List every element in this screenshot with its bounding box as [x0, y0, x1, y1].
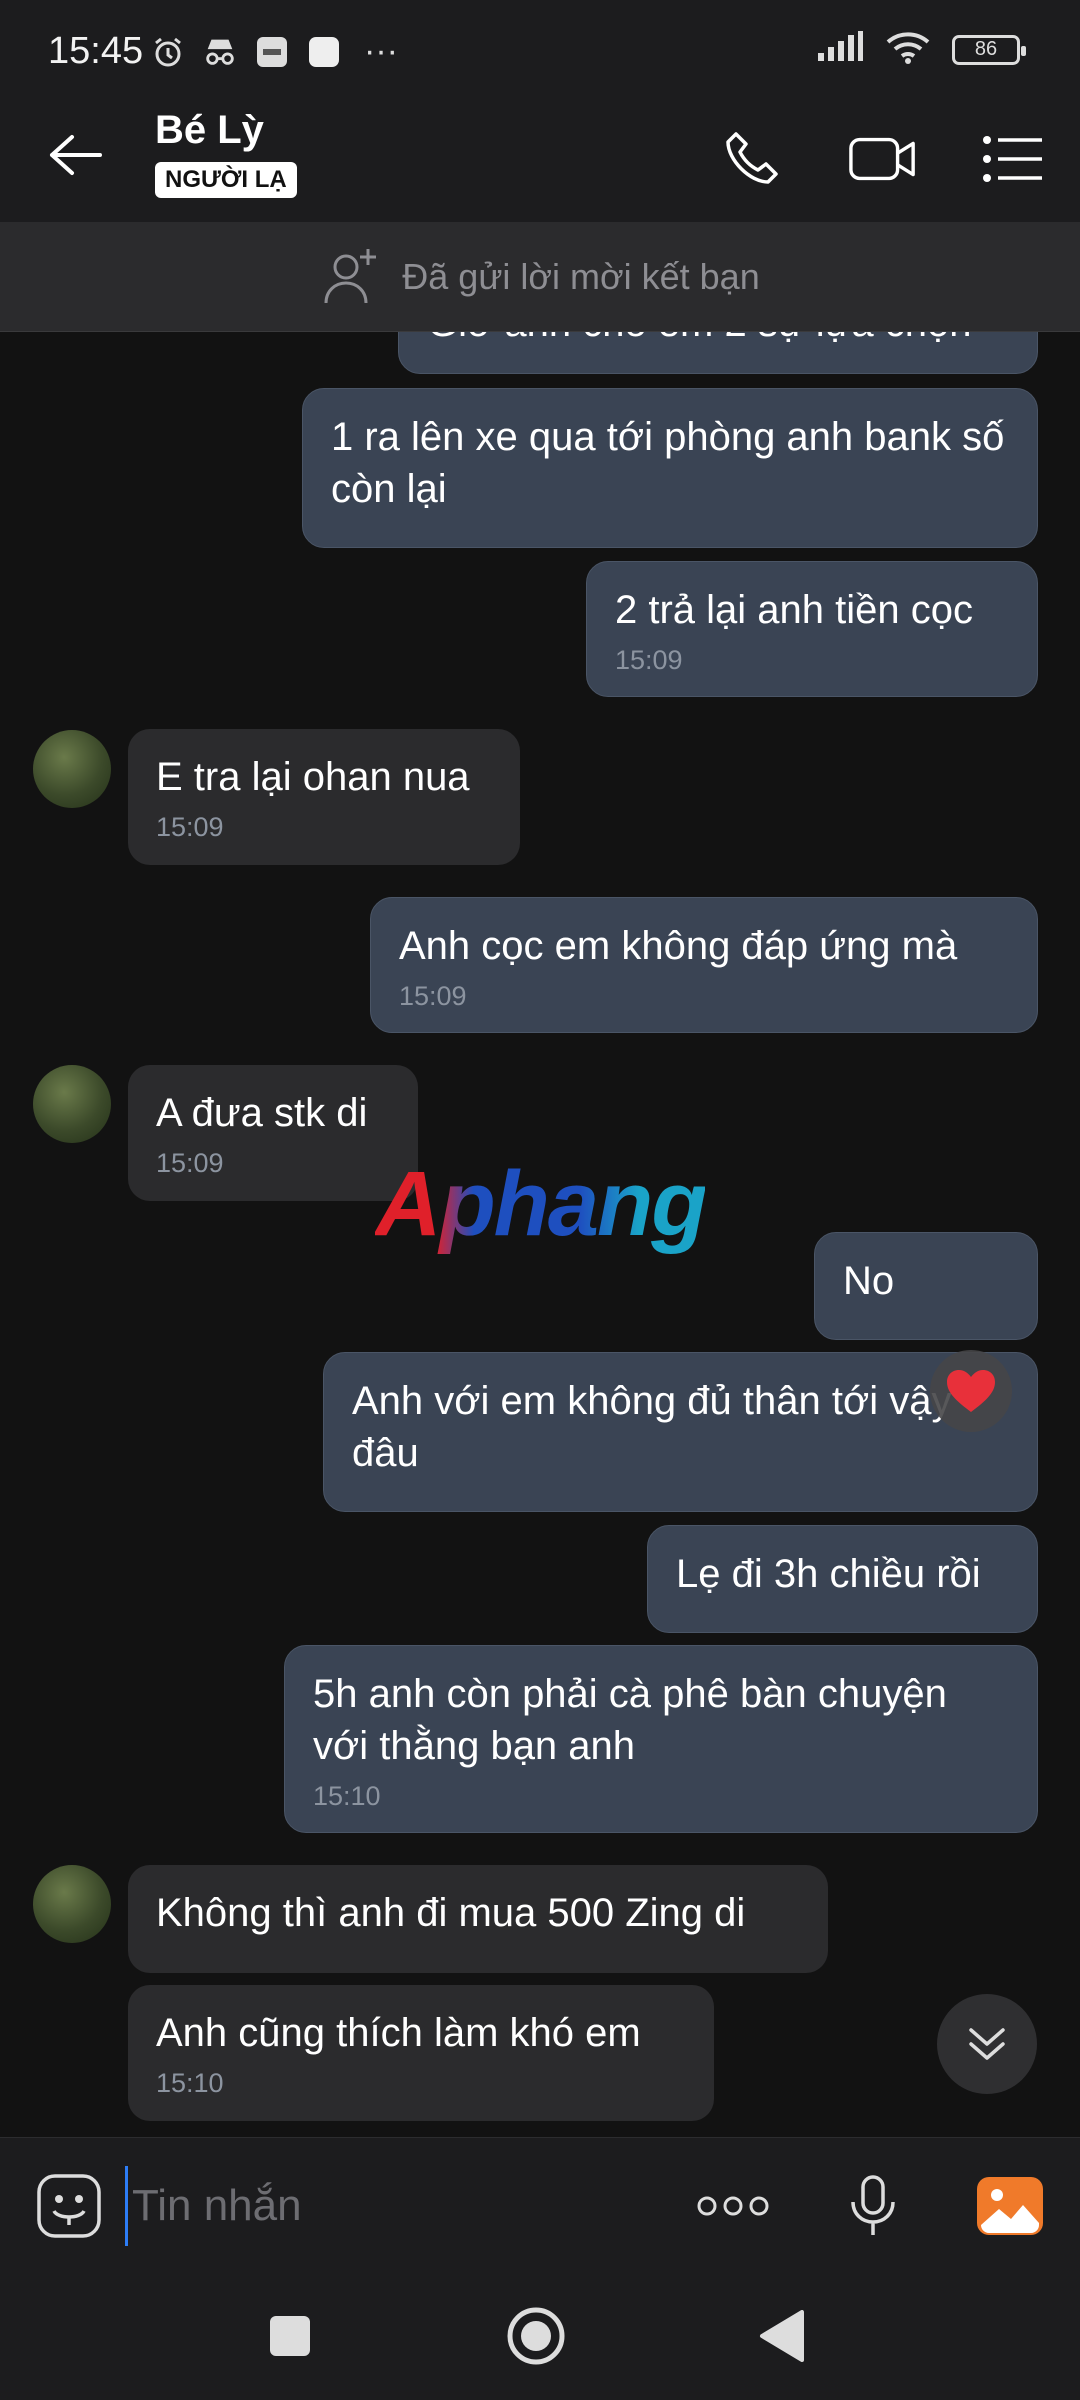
message-bubble-outgoing[interactable]: No — [814, 1232, 1038, 1340]
voice-message-button[interactable] — [835, 2171, 911, 2241]
message-text: Anh với em không đủ thân tới vậy đâu — [352, 1379, 952, 1475]
watermark-logo: Aphang — [375, 1152, 707, 1257]
heart-icon — [947, 1370, 995, 1412]
chat-messages[interactable]: Giờ anh cho em 2 sự lựa chọn 1 ra lên xe… — [0, 332, 1080, 2137]
message-bubble-outgoing[interactable]: Anh với em không đủ thân tới vậy đâu — [323, 1352, 1038, 1512]
wifi-icon — [886, 30, 930, 69]
microphone-icon — [851, 2175, 895, 2235]
back-nav-button[interactable] — [742, 2296, 822, 2376]
incognito-icon — [202, 34, 238, 70]
message-bubble-incoming[interactable]: Anh cũng thích làm khó em 15:10 — [128, 1985, 714, 2121]
message-bubble-incoming[interactable]: E tra lại ohan nua 15:09 — [128, 729, 520, 865]
message-bubble-outgoing[interactable]: 2 trả lại anh tiền cọc 15:09 — [586, 561, 1038, 697]
message-bubble-outgoing[interactable]: Giờ anh cho em 2 sự lựa chọn — [398, 332, 1038, 374]
recents-button[interactable] — [250, 2296, 330, 2376]
message-bubble-outgoing[interactable]: Anh cọc em không đáp ứng mà 15:09 — [370, 897, 1038, 1033]
more-options-button[interactable] — [695, 2171, 771, 2241]
scroll-to-bottom-button[interactable] — [937, 1994, 1037, 2094]
video-call-button[interactable] — [848, 124, 918, 194]
message-text: E tra lại ohan nua — [156, 755, 470, 799]
app-notification-icon-2 — [306, 34, 342, 70]
video-camera-icon — [849, 137, 915, 181]
status-time: 15:45 — [48, 30, 144, 72]
contact-avatar[interactable] — [33, 730, 111, 808]
circle-icon — [507, 2307, 565, 2365]
message-text: Lẹ đi 3h chiều rồi — [676, 1552, 981, 1596]
message-composer — [0, 2137, 1080, 2272]
sticker-button[interactable] — [34, 2171, 104, 2241]
message-text: Không thì anh đi mua 500 Zing di — [156, 1891, 746, 1935]
message-bubble-incoming[interactable]: Không thì anh đi mua 500 Zing di — [128, 1865, 828, 1973]
triangle-back-icon — [760, 2310, 804, 2362]
message-time: 15:09 — [156, 1148, 224, 1178]
chat-menu-button[interactable] — [978, 124, 1048, 194]
square-icon — [270, 2316, 310, 2356]
chat-header: Bé Lỳ NGƯỜI LẠ — [0, 90, 1080, 222]
battery-indicator: 86 — [952, 34, 1026, 65]
message-text: A đưa stk di — [156, 1091, 368, 1135]
image-gallery-icon — [977, 2177, 1043, 2235]
message-text: 1 ra lên xe qua tới phòng anh bank số cò… — [331, 415, 1005, 511]
message-time: 15:09 — [615, 645, 683, 675]
phone-icon — [726, 132, 778, 184]
double-chevron-down-icon — [969, 2028, 1005, 2060]
message-text: Anh cọc em không đáp ứng mà — [399, 924, 958, 968]
signal-icon — [816, 31, 864, 68]
gallery-button[interactable] — [972, 2171, 1048, 2241]
message-text: 2 trả lại anh tiền cọc — [615, 588, 973, 632]
status-bar: 15:45 ··· 86 — [0, 0, 1080, 90]
system-nav-bar — [0, 2272, 1080, 2400]
message-time: 15:10 — [313, 1781, 381, 1811]
voice-call-button[interactable] — [716, 124, 786, 194]
message-text: Giờ anh cho em 2 sự lựa chọn — [427, 332, 972, 345]
friend-request-status: Đã gửi lời mời kết bạn — [402, 255, 760, 297]
message-bubble-outgoing[interactable]: 5h anh còn phải cà phê bàn chuyện với th… — [284, 1645, 1038, 1833]
back-button[interactable] — [40, 120, 110, 190]
message-time: 15:09 — [399, 981, 467, 1011]
message-time: 15:09 — [156, 812, 224, 842]
message-bubble-outgoing[interactable]: Lẹ đi 3h chiều rồi — [647, 1525, 1038, 1633]
message-text: No — [843, 1259, 895, 1303]
contact-avatar[interactable] — [33, 1865, 111, 1943]
list-menu-icon — [983, 136, 1042, 182]
emoji-face-icon — [37, 2174, 101, 2238]
message-input[interactable] — [125, 2166, 645, 2246]
message-bubble-outgoing[interactable]: 1 ra lên xe qua tới phòng anh bank số cò… — [302, 388, 1038, 548]
friend-request-banner: Đã gửi lời mời kết bạn — [0, 222, 1080, 332]
message-text: Anh cũng thích làm khó em — [156, 2011, 641, 2055]
arrow-left-icon — [50, 135, 102, 175]
message-text: 5h anh còn phải cà phê bàn chuyện với th… — [313, 1672, 947, 1768]
add-friend-icon — [324, 248, 377, 303]
more-notifications-icon: ··· — [364, 32, 398, 70]
app-notification-icon — [254, 34, 290, 70]
message-time: 15:10 — [156, 2068, 224, 2098]
home-button[interactable] — [496, 2296, 576, 2376]
alarm-icon — [150, 34, 186, 70]
heart-reaction[interactable] — [930, 1350, 1012, 1432]
contact-name[interactable]: Bé Lỳ — [155, 108, 264, 153]
more-horizontal-icon — [697, 2196, 769, 2216]
battery-level: 86 — [974, 38, 998, 60]
watermark-text: Aphang — [375, 1153, 707, 1255]
stranger-badge: NGƯỜI LẠ — [155, 162, 297, 198]
contact-avatar[interactable] — [33, 1065, 111, 1143]
